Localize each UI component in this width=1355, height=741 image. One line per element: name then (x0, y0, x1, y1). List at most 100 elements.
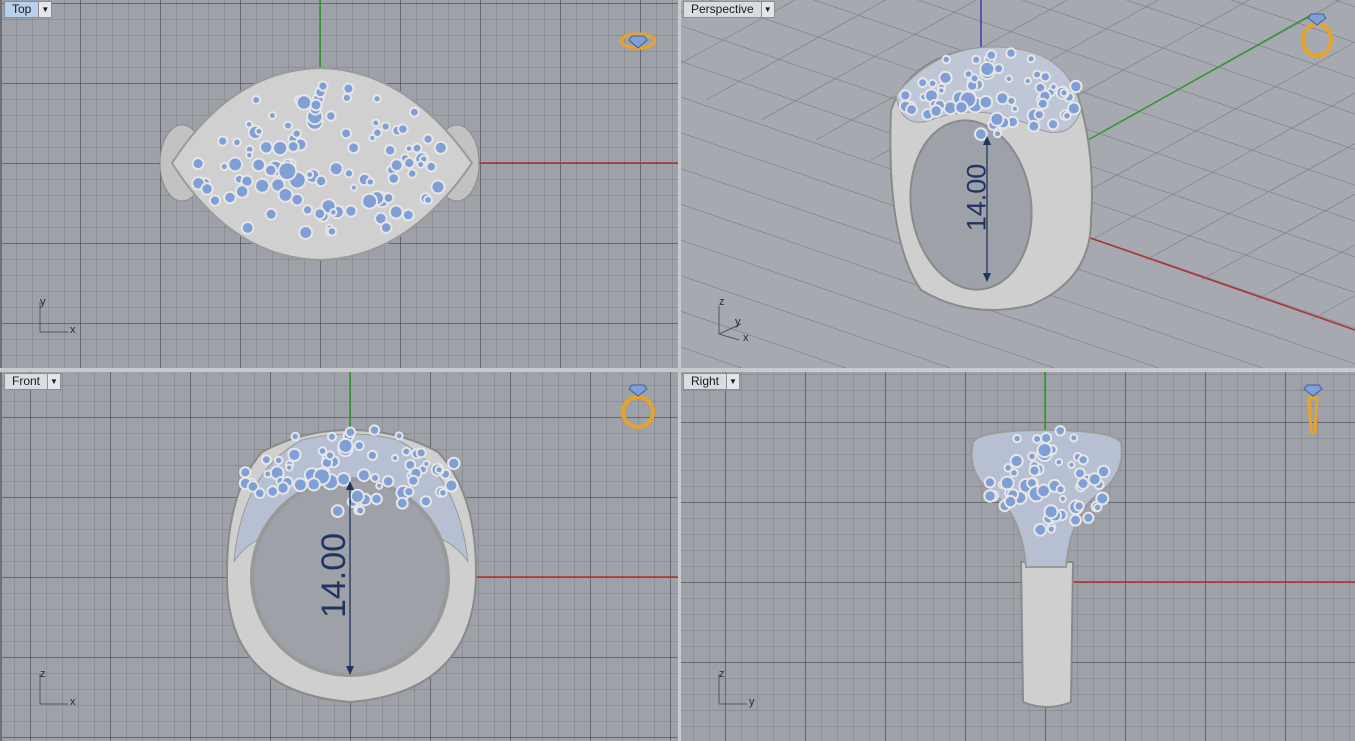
gem-stone (291, 128, 302, 139)
chevron-down-icon[interactable]: ▼ (48, 373, 62, 390)
gem-stone (1028, 464, 1041, 477)
axis-label-x: x (70, 324, 76, 336)
viewport-tab-label[interactable]: Top (4, 1, 40, 18)
gem-stone (407, 168, 418, 179)
gem-stone (217, 135, 229, 147)
gem-stone (287, 447, 302, 462)
ring-gem-icon (621, 384, 655, 429)
gem-stone (416, 160, 426, 169)
gem-stone (430, 179, 446, 195)
viewport-tab-perspective[interactable]: Perspective ▼ (683, 1, 775, 18)
gem-stone (979, 60, 996, 77)
gem-stone (1069, 433, 1079, 443)
gem-stone (313, 207, 327, 221)
gem-stone (285, 463, 294, 472)
dimension-label: 14.00 (315, 532, 354, 619)
right-view-scene (970, 372, 1355, 708)
gem-stone (325, 450, 335, 461)
axis-label-z: z (719, 296, 725, 308)
gem-stone (353, 440, 365, 452)
gem-stone (1027, 119, 1041, 133)
gem-stone (447, 456, 461, 471)
gem-stone (1076, 477, 1090, 490)
gem-stone (317, 80, 329, 92)
gem-stone (239, 466, 252, 479)
gem-stone (1012, 433, 1022, 444)
gem-stone (983, 476, 996, 489)
gem-stone (368, 424, 381, 436)
chevron-down-icon[interactable]: ▼ (39, 1, 53, 18)
gem-stone (227, 156, 244, 173)
gem-stone (395, 496, 409, 510)
gem-stone (422, 459, 431, 469)
gem-stone (1073, 500, 1085, 512)
gem-stone (295, 94, 313, 111)
gem-stone (371, 118, 381, 128)
gem-stone (349, 183, 358, 192)
axis-label-x: x (743, 332, 749, 344)
viewport-tab-top[interactable]: Top ▼ (4, 1, 53, 18)
gem-stone (1026, 54, 1036, 64)
gem-stone (234, 184, 250, 199)
gem-stone (277, 161, 298, 182)
viewport-top[interactable]: Top ▼ y x (2, 0, 678, 368)
gem-stone (298, 225, 314, 240)
gem-stone (283, 120, 293, 131)
gem-stone (401, 446, 412, 457)
gem-stone (361, 192, 379, 210)
gem-stone (223, 190, 237, 205)
gem-stone (1043, 504, 1059, 520)
gem-stone (1046, 524, 1056, 534)
viewport-right[interactable]: Right ▼ z y (681, 372, 1355, 741)
ring-gem-icon (619, 32, 657, 50)
chevron-down-icon[interactable]: ▼ (727, 373, 741, 390)
gem-stone (419, 495, 432, 508)
gem-stone (444, 478, 459, 493)
top-view-scene (159, 0, 678, 262)
viewport-tab-front[interactable]: Front ▼ (4, 373, 62, 390)
gem-stone (208, 194, 222, 207)
gem-stone (905, 103, 918, 116)
gem-stone (372, 94, 382, 104)
gem-stone (341, 92, 352, 103)
gem-stone (937, 86, 946, 95)
gem-stone (344, 204, 358, 218)
gem-stone (1039, 71, 1051, 83)
viewport-tab-right[interactable]: Right ▼ (683, 373, 741, 390)
gem-stone (329, 208, 338, 217)
gem-stone (370, 492, 383, 506)
axis-indicator (39, 302, 68, 333)
gem-stone (1082, 511, 1095, 524)
chevron-down-icon[interactable]: ▼ (761, 1, 775, 18)
gem-stone (403, 486, 415, 498)
viewport-front[interactable]: Front ▼ 14.00 z x (2, 372, 678, 741)
viewport-tab-label[interactable]: Right (683, 373, 728, 390)
gem-stone (375, 481, 384, 490)
gem-stone (253, 487, 266, 499)
gem-stone (290, 431, 300, 442)
viewport-tab-label[interactable]: Perspective (683, 1, 762, 18)
gem-stone (1005, 47, 1017, 59)
gem-stone (336, 472, 352, 487)
gem-stone (274, 455, 284, 466)
gem-stone (1055, 484, 1066, 495)
viewport-perspective[interactable]: Perspective ▼ 14.00 z y x (681, 0, 1355, 368)
gem-stone (390, 453, 400, 463)
gem-stone (1054, 425, 1066, 437)
gem-stone (259, 140, 274, 155)
gem-stone (387, 172, 401, 185)
perspective-view-scene (681, 0, 1355, 368)
gem-stone (347, 141, 361, 155)
gem-stone (343, 168, 355, 179)
gem-stone (1033, 109, 1045, 121)
gem-stone (1033, 522, 1048, 537)
gem-stone (1009, 453, 1024, 469)
gem-stone (1006, 95, 1017, 106)
axis-label-z: z (719, 668, 725, 680)
gem-stone (306, 477, 321, 492)
gem-stone (394, 431, 404, 441)
gem-stone (254, 126, 264, 136)
gem-stone (1009, 468, 1019, 478)
gem-stone (1069, 79, 1083, 94)
viewport-tab-label[interactable]: Front (4, 373, 49, 390)
